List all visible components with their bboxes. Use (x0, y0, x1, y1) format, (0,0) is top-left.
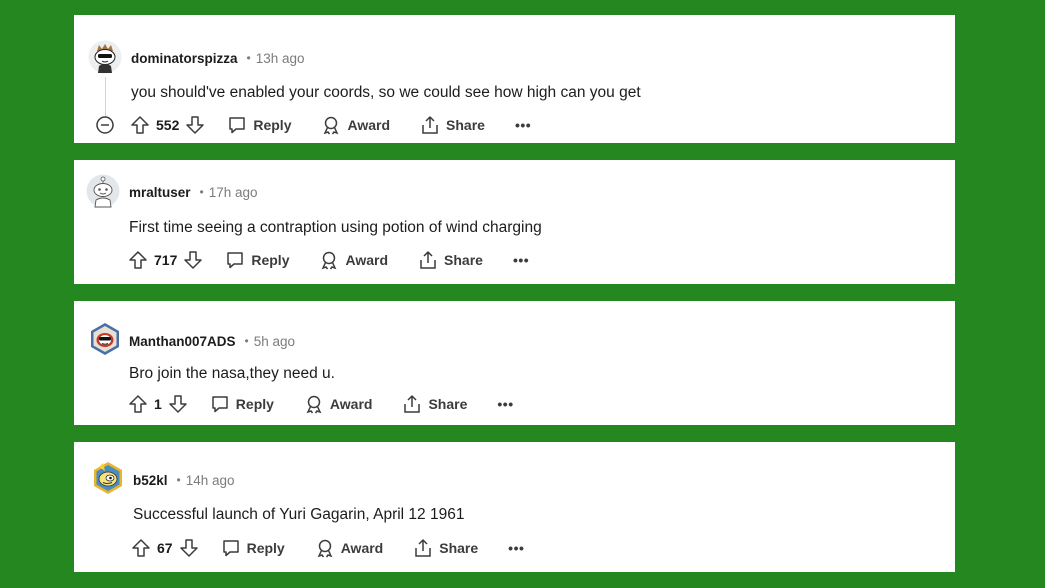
downvote-arrow-icon[interactable] (179, 538, 199, 558)
share-button[interactable]: Share (420, 115, 485, 135)
comment-body: Bro join the nasa,they need u. (129, 365, 335, 382)
award-button[interactable]: Award (304, 394, 373, 414)
more-options-icon[interactable]: ••• (515, 118, 531, 132)
reply-button[interactable]: Reply (210, 394, 274, 414)
share-button[interactable]: Share (413, 538, 478, 558)
username[interactable]: mraltuser (129, 185, 191, 200)
comment-meta: dominatorspizza • 13h ago (131, 49, 305, 67)
vote-score: 1 (154, 396, 162, 412)
comment-meta: Manthan007ADS • 5h ago (129, 332, 295, 350)
user-avatar[interactable] (88, 322, 122, 356)
reply-button[interactable]: Reply (227, 115, 291, 135)
award-ribbon-icon (321, 115, 341, 135)
share-label: Share (428, 396, 468, 412)
share-label: Share (444, 252, 483, 268)
more-options-icon[interactable]: ••• (513, 253, 529, 267)
action-bar: 717 Reply Award Share ••• (128, 249, 529, 271)
award-button[interactable]: Award (321, 115, 390, 135)
action-bar: 552 Reply Award Share ••• (95, 114, 531, 136)
vote-score: 552 (156, 117, 180, 133)
award-ribbon-icon (319, 250, 339, 270)
comment-body: you should've enabled your coords, so we… (131, 84, 641, 101)
timestamp[interactable]: 17h ago (209, 185, 258, 200)
award-ribbon-icon (304, 394, 324, 414)
award-label: Award (340, 540, 384, 556)
comment-card: dominatorspizza • 13h ago you should've … (74, 15, 955, 143)
share-upload-icon (420, 115, 440, 135)
upvote-arrow-icon[interactable] (131, 538, 151, 558)
downvote-arrow-icon[interactable] (183, 250, 203, 270)
separator-dot: • (199, 185, 204, 199)
snoo-avatar-icon (88, 40, 122, 74)
comment-card: Manthan007ADS • 5h ago Bro join the nasa… (74, 301, 955, 425)
user-avatar[interactable] (91, 461, 125, 495)
award-button[interactable]: Award (315, 538, 384, 558)
upvote-arrow-icon[interactable] (130, 115, 150, 135)
separator-dot: • (246, 51, 251, 65)
comment-body: Successful launch of Yuri Gagarin, April… (133, 506, 465, 523)
reply-button[interactable]: Reply (225, 250, 289, 270)
snoo-avatar-icon (86, 174, 120, 208)
separator-dot: • (176, 473, 181, 487)
comment-meta: b52kl • 14h ago (133, 471, 235, 489)
award-button[interactable]: Award (319, 250, 388, 270)
award-label: Award (329, 396, 373, 412)
comment-body: First time seeing a contraption using po… (129, 219, 542, 236)
share-button[interactable]: Share (402, 394, 467, 414)
comment-card: mraltuser • 17h ago First time seeing a … (74, 160, 955, 284)
timestamp[interactable]: 14h ago (186, 473, 235, 488)
downvote-arrow-icon[interactable] (185, 115, 205, 135)
user-avatar[interactable] (88, 40, 122, 74)
comment-bubble-icon (225, 250, 245, 270)
username[interactable]: Manthan007ADS (129, 334, 236, 349)
award-label: Award (345, 252, 389, 268)
comment-bubble-icon (221, 538, 241, 558)
timestamp[interactable]: 13h ago (256, 51, 305, 66)
share-button[interactable]: Share (418, 250, 483, 270)
snoo-avatar-icon (91, 323, 119, 355)
username[interactable]: dominatorspizza (131, 51, 238, 66)
award-label: Award (347, 117, 391, 133)
vote-score: 717 (154, 252, 178, 268)
comment-bubble-icon (227, 115, 247, 135)
username[interactable]: b52kl (133, 473, 168, 488)
snoo-avatar-icon (94, 462, 122, 494)
collapse-thread-icon[interactable] (95, 115, 115, 135)
upvote-arrow-icon[interactable] (128, 394, 148, 414)
downvote-arrow-icon[interactable] (168, 394, 188, 414)
separator-dot: • (244, 334, 249, 348)
vote-score: 67 (157, 540, 173, 556)
user-avatar[interactable] (86, 174, 120, 208)
upvote-arrow-icon[interactable] (128, 250, 148, 270)
comment-card: b52kl • 14h ago Successful launch of Yur… (74, 442, 955, 572)
award-ribbon-icon (315, 538, 335, 558)
timestamp[interactable]: 5h ago (254, 334, 295, 349)
share-upload-icon (413, 538, 433, 558)
action-bar: 67 Reply Award Share ••• (131, 537, 524, 559)
action-bar: 1 Reply Award Share ••• (128, 393, 514, 415)
thread-line[interactable] (105, 77, 106, 117)
comment-meta: mraltuser • 17h ago (129, 183, 258, 201)
reply-label: Reply (251, 252, 290, 268)
share-label: Share (439, 540, 479, 556)
share-label: Share (446, 117, 485, 133)
more-options-icon[interactable]: ••• (497, 397, 513, 411)
more-options-icon[interactable]: ••• (508, 541, 524, 555)
reply-label: Reply (246, 540, 285, 556)
comment-bubble-icon (210, 394, 230, 414)
reply-button[interactable]: Reply (221, 538, 285, 558)
reply-label: Reply (253, 117, 292, 133)
share-upload-icon (418, 250, 438, 270)
share-upload-icon (402, 394, 422, 414)
reply-label: Reply (235, 396, 274, 412)
